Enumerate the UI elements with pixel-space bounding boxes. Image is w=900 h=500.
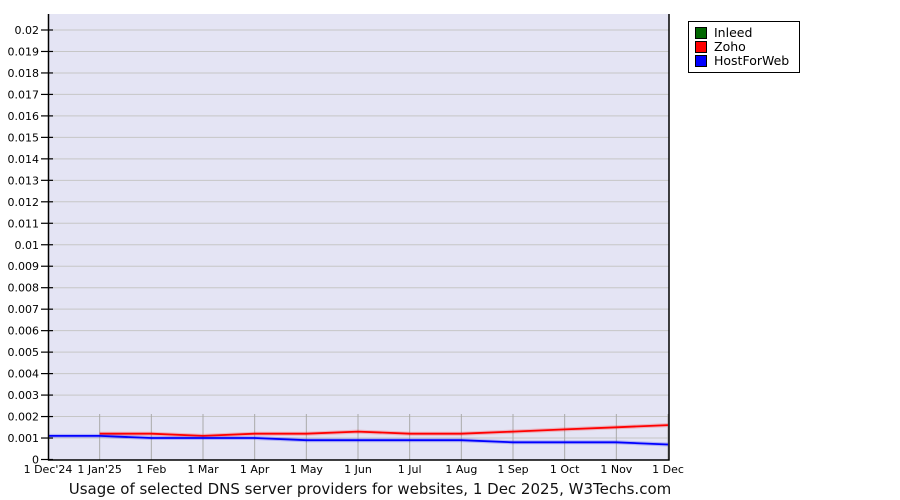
y-axis-tick-label: 0.002 — [8, 411, 40, 424]
y-axis-tick-label: 0.017 — [8, 88, 40, 101]
y-axis-tick-label: 0.001 — [8, 432, 40, 445]
x-axis-tick-label: 1 Nov — [600, 463, 632, 476]
y-axis-tick-label: 0.016 — [8, 110, 40, 123]
legend-item-inleed: Inleed — [695, 26, 789, 40]
x-axis-tick-label: 1 Dec — [652, 463, 684, 476]
legend-item-zoho: Zoho — [695, 40, 789, 54]
legend-label: HostForWeb — [714, 53, 790, 68]
x-axis-tick-label: 1 Mar — [187, 463, 219, 476]
legend: Inleed Zoho HostForWeb — [688, 21, 801, 73]
y-axis-tick-label: 0.01 — [15, 239, 40, 252]
y-axis-tick-label: 0.006 — [8, 325, 40, 338]
x-axis-tick-label: 1 Jan'25 — [77, 463, 121, 476]
y-axis-tick-label: 0.009 — [8, 260, 40, 273]
legend-swatch-inleed — [695, 27, 707, 39]
chart-title: Usage of selected DNS server providers f… — [68, 480, 672, 498]
x-axis-tick-label: 1 Apr — [240, 463, 270, 476]
y-axis-tick-label: 0.012 — [8, 196, 40, 209]
x-axis-tick-label: 1 Aug — [445, 463, 477, 476]
x-axis-tick-label: 1 Sep — [497, 463, 528, 476]
x-axis-tick-label: 1 Oct — [550, 463, 580, 476]
x-axis-tick-label: 1 Feb — [136, 463, 166, 476]
y-axis-tick-label: 0.011 — [8, 217, 40, 230]
legend-swatch-zoho — [695, 41, 707, 53]
y-axis-tick-label: 0.019 — [8, 45, 40, 58]
y-axis-tick-label: 0.004 — [8, 368, 40, 381]
usage-chart: 0 0.001 0.002 0.003 0.004 0.005 0.006 0.007 0.00… — [0, 0, 900, 500]
y-axis-tick-label: 0.014 — [8, 153, 40, 166]
x-axis-tick-label: 1 May — [290, 463, 324, 476]
y-axis-tick-label: 0.008 — [8, 282, 40, 295]
y-axis-tick-label: 0.013 — [8, 174, 40, 187]
legend-label: Inleed — [714, 25, 753, 40]
plot-area: 00.0010.0020.0030.0040.0050.0060.0070.00… — [8, 14, 684, 476]
x-axis-tick-label: 1 Jun — [344, 463, 372, 476]
x-axis-tick-label: 1 Dec'24 — [24, 463, 73, 476]
plot-background — [48, 14, 669, 460]
y-axis-tick-label: 0.007 — [8, 303, 40, 316]
legend-label: Zoho — [714, 39, 746, 54]
y-axis-tick-label: 0.018 — [8, 67, 40, 80]
legend-item-hostforweb: HostForWeb — [695, 54, 789, 68]
y-axis-tick-label: 0.015 — [8, 131, 40, 144]
legend-swatch-hostforweb — [695, 55, 707, 67]
y-axis-tick-label: 0.02 — [15, 24, 40, 37]
y-axis-tick-label: 0.003 — [8, 389, 40, 402]
x-axis-tick-label: 1 Jul — [398, 463, 422, 476]
y-axis-tick-label: 0.005 — [8, 346, 40, 359]
